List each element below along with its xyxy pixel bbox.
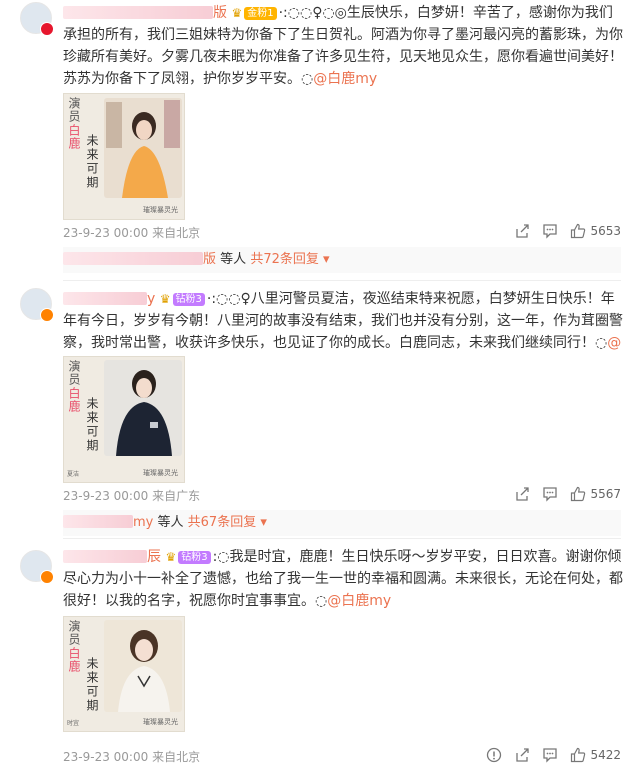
poster-photo — [104, 620, 182, 712]
replies-summary[interactable]: 版 等人 共72条回复 ▾ — [63, 247, 621, 273]
reply-users-suffix[interactable]: 版 — [203, 252, 216, 267]
poster-name: 夏洁 — [67, 471, 80, 478]
reply-users-blurred — [63, 515, 133, 528]
comment-icon[interactable] — [542, 747, 558, 763]
comment-meta: 23-9-23 00:00 来自广东 — [63, 487, 200, 504]
like-button[interactable]: 5567 — [570, 486, 621, 502]
like-count: 5653 — [590, 224, 621, 238]
poster-title: 未来可期 — [85, 657, 99, 713]
comment-source: 来自北京 — [152, 226, 201, 240]
reply-count-link[interactable]: 共67条回复 — [188, 515, 257, 530]
reply-users-suffix[interactable]: my — [133, 515, 153, 530]
like-count: 5422 — [590, 748, 621, 762]
poster-title: 未来可期 — [85, 397, 99, 453]
comment-meta: 23-9-23 00:00 来自北京 — [63, 224, 200, 241]
avatar[interactable] — [20, 288, 54, 322]
comment-actions: 5567 — [514, 486, 621, 502]
thumbs-up-icon — [571, 747, 586, 763]
comment-actions: 5653 — [514, 223, 621, 239]
like-button[interactable]: 5422 — [570, 747, 621, 763]
poster-name: 时宜 — [67, 720, 80, 727]
poster-star: 白鹿 — [67, 124, 81, 150]
fan-badge[interactable]: 钻粉3 — [178, 551, 211, 564]
reply-etc: 等人 — [157, 515, 184, 530]
reply-users-blurred — [63, 252, 203, 265]
chevron-down-icon[interactable]: ▾ — [256, 515, 267, 530]
share-icon[interactable] — [514, 486, 530, 502]
poster-footer: 璀璨暴灵光 — [143, 718, 178, 726]
username-suffix[interactable]: y — [147, 291, 155, 307]
poster-photo — [104, 360, 182, 456]
comment-icon[interactable] — [542, 486, 558, 502]
comment-source: 来自北京 — [152, 750, 201, 764]
poster-title: 未来可期 — [85, 134, 99, 190]
verified-badge-icon — [40, 22, 54, 36]
comment-text: 辰 ♛ 钻粉3:◌我是时宜，鹿鹿！生日快乐呀～岁岁平安，日日欢喜。谢谢你倾尽心力为… — [63, 546, 623, 612]
comment-date: 23-9-23 00:00 — [63, 750, 149, 764]
mention-link[interactable]: @白鹿my — [327, 593, 391, 609]
avatar[interactable] — [20, 550, 54, 584]
fan-badge[interactable]: 钻粉3 — [172, 293, 205, 306]
poster-photo — [104, 98, 182, 198]
username-suffix[interactable]: 辰 — [147, 549, 161, 565]
poster-role: 演员 — [67, 97, 81, 123]
thumbs-up-icon — [571, 486, 586, 502]
crown-icon: ♛ — [159, 292, 171, 306]
share-icon[interactable] — [514, 223, 530, 239]
crown-icon: ♛ — [231, 6, 243, 20]
poster-footer: 璀璨暴灵光 — [143, 206, 178, 214]
comment-source: 来自广东 — [152, 489, 201, 503]
like-button[interactable]: 5653 — [570, 223, 621, 239]
divider — [63, 538, 621, 539]
comment-meta: 23-9-23 00:00 来自北京 — [63, 748, 200, 765]
avatar[interactable] — [20, 2, 54, 36]
username-blurred[interactable] — [63, 6, 213, 19]
fan-badge[interactable]: 金粉1 — [244, 7, 277, 20]
verified-badge-icon — [40, 308, 54, 322]
crown-icon: ♛ — [165, 550, 177, 564]
poster-image[interactable]: 演员 白鹿 未来可期 夏洁 璀璨暴灵光 — [63, 356, 185, 483]
poster-image[interactable]: 演员 白鹿 未来可期 时宜 璀璨暴灵光 — [63, 616, 185, 732]
poster-footer: 璀璨暴灵光 — [143, 469, 178, 477]
like-count: 5567 — [590, 487, 621, 501]
thumbs-up-icon — [571, 223, 586, 239]
mention-link[interactable]: @白鹿my — [313, 71, 377, 87]
reply-count-link[interactable]: 共72条回复 — [250, 252, 319, 267]
username-blurred[interactable] — [63, 550, 147, 563]
comment-text: 版 ♛ 金粉1 ·:◌◌♀◌◎生辰快乐，白梦妍！辛苦了，感谢你为我们承担的所有，我们… — [63, 2, 623, 90]
poster-role: 演员 — [67, 620, 81, 646]
username-suffix[interactable]: 版 — [213, 5, 227, 21]
poster-role: 演员 — [67, 360, 81, 386]
divider — [63, 280, 621, 281]
verified-badge-icon — [40, 570, 54, 584]
comment-date: 23-9-23 00:00 — [63, 489, 149, 503]
poster-star: 白鹿 — [67, 387, 81, 413]
poster-image[interactable]: 演员 白鹿 未来可期 璀璨暴灵光 — [63, 93, 185, 220]
poster-star: 白鹿 — [67, 647, 81, 673]
replies-summary[interactable]: my 等人 共67条回复 ▾ — [63, 510, 621, 536]
comment-icon[interactable] — [542, 223, 558, 239]
comment-date: 23-9-23 00:00 — [63, 226, 149, 240]
chevron-down-icon[interactable]: ▾ — [319, 252, 330, 267]
share-icon[interactable] — [514, 747, 530, 763]
reply-etc: 等人 — [220, 252, 247, 267]
username-blurred[interactable] — [63, 292, 147, 305]
info-icon[interactable] — [486, 747, 502, 763]
comment-actions: 5422 — [486, 747, 621, 763]
